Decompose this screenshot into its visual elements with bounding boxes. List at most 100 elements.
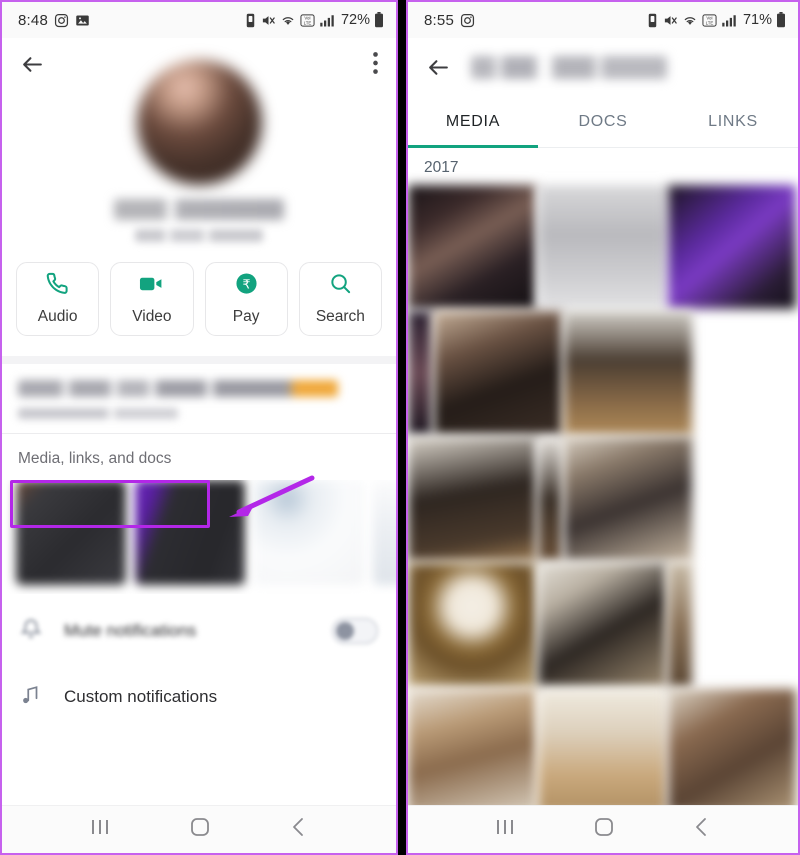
back-arrow-icon[interactable]: [20, 52, 45, 77]
bell-icon: [20, 618, 42, 645]
left-phone-panel: 8:48 VoI LTE 72% Audio Video ₹ Pay Searc…: [0, 0, 398, 855]
section-divider: [2, 356, 396, 364]
contact-phone-number: [135, 229, 263, 242]
photo-cell[interactable]: [538, 437, 562, 561]
custom-notifications-row[interactable]: Custom notifications: [2, 664, 396, 730]
audio-call-button[interactable]: Audio: [16, 262, 100, 336]
media-thumbnail[interactable]: [135, 480, 245, 585]
photo-cell[interactable]: [408, 563, 536, 687]
pay-label: Pay: [232, 308, 260, 325]
mute-icon: [261, 13, 276, 28]
photo-cell[interactable]: [408, 437, 536, 561]
back-icon[interactable]: [289, 816, 309, 843]
status-bar-right-group: VoI LTE 71%: [646, 12, 786, 28]
tab-links-label: LINKS: [708, 112, 758, 130]
photo-cell[interactable]: [538, 185, 666, 309]
media-photo-grid: [408, 185, 798, 853]
year-header: 2017: [424, 159, 459, 176]
search-button[interactable]: Search: [298, 262, 382, 336]
battery-icon: [374, 12, 384, 28]
photo-cell[interactable]: [408, 311, 432, 435]
wifi-icon: [280, 13, 296, 28]
photo-cell[interactable]: [538, 563, 666, 687]
nfc-icon: [244, 13, 257, 28]
wifi-icon: [682, 13, 698, 28]
right-app-bar: [408, 38, 798, 96]
more-vertical-icon[interactable]: [373, 52, 378, 74]
media-thumbnail-strip[interactable]: [2, 480, 396, 597]
video-call-button[interactable]: Video: [110, 262, 194, 336]
status-message-timestamp: [18, 408, 178, 419]
svg-text:₹: ₹: [242, 277, 250, 291]
back-icon[interactable]: [692, 816, 712, 843]
right-phone-panel: 8:55 VoI LTE 71% MEDIA DOCS LINKS 2017: [406, 0, 800, 855]
instagram-icon: [54, 13, 69, 28]
home-icon[interactable]: [189, 816, 211, 843]
media-thumbnail[interactable]: [373, 480, 396, 585]
video-camera-icon: [139, 272, 164, 300]
mute-notifications-label: Mute notifications: [64, 621, 197, 640]
svg-text:LTE: LTE: [706, 20, 714, 25]
photos-icon: [75, 13, 90, 28]
battery-icon: [776, 12, 786, 28]
search-label: Search: [315, 308, 365, 325]
home-icon[interactable]: [593, 816, 615, 843]
contact-action-row: Audio Video ₹ Pay Search: [2, 262, 396, 336]
svg-text:LTE: LTE: [304, 20, 312, 25]
mute-notifications-row[interactable]: Mute notifications: [2, 594, 396, 664]
media-links-docs-label: Media, links, and docs: [18, 450, 172, 467]
mute-notifications-toggle[interactable]: [332, 618, 378, 644]
media-thumbnail[interactable]: [16, 480, 126, 585]
tab-media[interactable]: MEDIA: [408, 96, 538, 148]
status-bar-clock: 8:55: [424, 11, 454, 29]
contact-name: [114, 199, 284, 220]
screenshot-root: 8:48 VoI LTE 72% Audio Video ₹ Pay Searc…: [0, 0, 800, 855]
photo-cell[interactable]: [434, 311, 562, 435]
left-status-bar: 8:48 VoI LTE 72%: [2, 2, 396, 38]
phone-divider-gap: [398, 0, 406, 855]
back-arrow-icon[interactable]: [426, 55, 451, 80]
custom-notifications-label: Custom notifications: [64, 687, 218, 706]
media-thumbnail[interactable]: [254, 480, 364, 585]
search-icon: [329, 272, 352, 300]
instagram-icon: [460, 13, 475, 28]
recents-icon[interactable]: [494, 817, 516, 842]
mute-icon: [663, 13, 678, 28]
media-links-docs-row[interactable]: Media, links, and docs: [2, 434, 396, 480]
music-note-icon: [20, 684, 42, 711]
signal-icon: [721, 13, 737, 28]
rupee-pay-icon: ₹: [235, 272, 258, 300]
status-message-block[interactable]: [2, 364, 396, 433]
photo-cell[interactable]: [538, 689, 666, 813]
left-app-bar: [2, 38, 396, 94]
battery-percent-label: 72%: [340, 12, 370, 28]
left-nav-bar: [2, 805, 396, 853]
tab-docs[interactable]: DOCS: [538, 96, 668, 147]
page-title: [471, 55, 667, 79]
photo-cell[interactable]: [668, 563, 692, 687]
photo-cell[interactable]: [668, 185, 796, 309]
toggle-knob: [336, 622, 354, 640]
status-bar-left-group: 8:55: [424, 12, 475, 29]
tab-docs-label: DOCS: [578, 112, 628, 130]
status-bar-clock: 8:48: [18, 11, 48, 29]
status-bar-right-group: VoI LTE 72%: [244, 12, 384, 28]
right-status-bar: 8:55 VoI LTE 71%: [408, 2, 798, 38]
phone-icon: [46, 272, 69, 300]
photo-cell[interactable]: [408, 185, 536, 309]
photo-cell[interactable]: [564, 311, 692, 435]
video-call-label: Video: [132, 308, 172, 325]
battery-percent-label: 71%: [742, 12, 772, 28]
tab-media-label: MEDIA: [445, 112, 501, 130]
photo-cell[interactable]: [668, 689, 796, 813]
volte-icon: VoI LTE: [300, 13, 315, 28]
recents-icon[interactable]: [89, 817, 111, 842]
status-message-text: [18, 380, 338, 397]
tab-links[interactable]: LINKS: [668, 96, 798, 147]
right-nav-bar: [408, 805, 798, 853]
photo-cell[interactable]: [564, 437, 692, 561]
signal-icon: [319, 13, 335, 28]
status-bar-left-group: 8:48: [18, 12, 90, 29]
photo-cell[interactable]: [408, 689, 536, 813]
pay-button[interactable]: ₹ Pay: [204, 262, 288, 336]
